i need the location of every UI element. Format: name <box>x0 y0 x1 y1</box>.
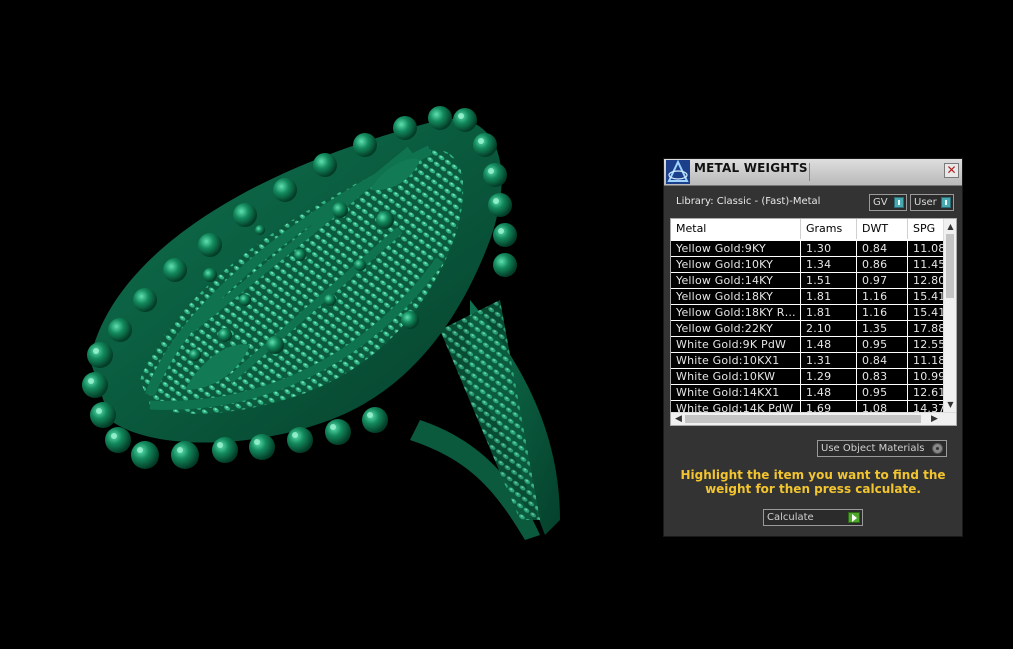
cell-grams: 1.48 <box>806 386 832 399</box>
cell-spg: 11.08 <box>913 242 944 255</box>
cell-dwt: 0.97 <box>862 274 888 287</box>
column-header-spg[interactable]: SPG <box>908 219 944 239</box>
horizontal-scrollbar[interactable]: ◀ ▶ <box>671 412 956 425</box>
cell-dwt: 1.16 <box>862 306 888 319</box>
horizontal-scroll-thumb[interactable] <box>685 415 921 423</box>
cell-metal: White Gold:9K PdW <box>676 338 787 351</box>
column-divider <box>907 241 908 421</box>
cell-dwt: 0.84 <box>862 242 888 255</box>
cell-metal: Yellow Gold:14KY <box>676 274 774 287</box>
cell-spg: 12.61 <box>913 386 944 399</box>
cell-grams: 2.10 <box>806 322 832 335</box>
cell-spg: 15.41 <box>913 306 944 319</box>
cell-spg: 11.45 <box>913 258 944 271</box>
cell-metal: White Gold:10KX1 <box>676 354 780 367</box>
metal-weights-panel: METAL WEIGHTS ✕ Library: Classic - (Fast… <box>663 158 963 537</box>
cell-metal: Yellow Gold:22KY <box>676 322 774 335</box>
cell-metal: Yellow Gold:18KY R… <box>676 306 796 319</box>
metal-table[interactable]: Metal Grams DWT SPG Yellow Gold:9KY 1.30 0… <box>670 218 957 426</box>
table-row[interactable]: Yellow Gold:22KY 2.10 1.35 17.88 <box>671 321 944 336</box>
cell-spg: 11.18 <box>913 354 944 367</box>
library-label: Library: Classic - (Fast)-Metal <box>676 196 821 207</box>
column-header-dwt[interactable]: DWT <box>857 219 908 239</box>
cell-dwt: 0.84 <box>862 354 888 367</box>
calculate-button[interactable]: Calculate <box>763 509 863 526</box>
gv-toggle[interactable]: GV <box>869 194 907 211</box>
close-button[interactable]: ✕ <box>944 163 959 178</box>
user-toggle-label: User <box>914 197 937 208</box>
cell-dwt: 0.95 <box>862 386 888 399</box>
radio-icon <box>932 443 943 454</box>
table-row[interactable]: Yellow Gold:14KY 1.51 0.97 12.80 <box>671 273 944 288</box>
use-object-materials-label: Use Object Materials <box>821 443 925 454</box>
column-divider <box>800 241 801 421</box>
table-row[interactable]: Yellow Gold:10KY 1.34 0.86 11.45 <box>671 257 944 272</box>
user-toggle[interactable]: User <box>910 194 954 211</box>
cell-dwt: 0.95 <box>862 338 888 351</box>
cell-spg: 17.88 <box>913 322 944 335</box>
table-row[interactable]: Yellow Gold:9KY 1.30 0.84 11.08 <box>671 241 944 256</box>
column-header-grams[interactable]: Grams <box>801 219 857 239</box>
table-header: Metal Grams DWT SPG <box>671 219 944 239</box>
table-row[interactable]: White Gold:10KW 1.29 0.83 10.99 <box>671 369 944 384</box>
cell-grams: 1.81 <box>806 290 832 303</box>
titlebar-divider <box>809 163 810 181</box>
cell-metal: Yellow Gold:18KY <box>676 290 774 303</box>
column-header-metal[interactable]: Metal <box>671 219 801 239</box>
table-row[interactable]: Yellow Gold:18KY R… 1.81 1.16 15.41 <box>671 305 944 320</box>
panel-title: METAL WEIGHTS <box>694 161 808 175</box>
cell-dwt: 1.16 <box>862 290 888 303</box>
scroll-down-icon[interactable]: ▼ <box>945 399 956 410</box>
cell-spg: 12.55 <box>913 338 944 351</box>
cell-grams: 1.48 <box>806 338 832 351</box>
toggle-switch-icon <box>941 197 951 208</box>
gv-toggle-label: GV <box>873 197 888 208</box>
instructions-text: Highlight the item you want to find the … <box>680 468 946 496</box>
scroll-right-icon[interactable]: ▶ <box>929 413 940 425</box>
table-row[interactable]: White Gold:10KX1 1.31 0.84 11.18 <box>671 353 944 368</box>
column-divider <box>856 241 857 421</box>
ring-model[interactable] <box>0 0 640 645</box>
cell-grams: 1.81 <box>806 306 832 319</box>
cell-grams: 1.51 <box>806 274 832 287</box>
cell-spg: 15.41 <box>913 290 944 303</box>
table-row[interactable]: White Gold:14KX1 1.48 0.95 12.61 <box>671 385 944 400</box>
table-row[interactable]: Yellow Gold:18KY 1.81 1.16 15.41 <box>671 289 944 304</box>
cell-grams: 1.34 <box>806 258 832 271</box>
scroll-left-icon[interactable]: ◀ <box>673 413 684 425</box>
play-arrow-icon <box>848 512 860 523</box>
cell-spg: 10.99 <box>913 370 944 383</box>
cell-dwt: 1.35 <box>862 322 888 335</box>
calculate-label: Calculate <box>767 512 814 523</box>
close-icon: ✕ <box>946 163 957 177</box>
table-row[interactable]: White Gold:9K PdW 1.48 0.95 12.55 <box>671 337 944 352</box>
vertical-scrollbar[interactable]: ▲ ▼ <box>943 219 956 412</box>
panel-titlebar[interactable]: METAL WEIGHTS ✕ <box>664 159 962 186</box>
cell-grams: 1.29 <box>806 370 832 383</box>
cell-metal: Yellow Gold:10KY <box>676 258 774 271</box>
use-object-materials-option[interactable]: Use Object Materials <box>817 440 947 457</box>
cell-metal: White Gold:10KW <box>676 370 776 383</box>
toggle-switch-icon <box>894 197 904 208</box>
cell-dwt: 0.86 <box>862 258 888 271</box>
cell-metal: Yellow Gold:9KY <box>676 242 766 255</box>
scroll-up-icon[interactable]: ▲ <box>945 221 956 232</box>
cell-grams: 1.31 <box>806 354 832 367</box>
vertical-scroll-thumb[interactable] <box>946 234 954 298</box>
cell-grams: 1.30 <box>806 242 832 255</box>
cell-dwt: 0.83 <box>862 370 888 383</box>
cell-spg: 12.80 <box>913 274 944 287</box>
app-logo-icon <box>666 159 690 184</box>
3d-viewport[interactable] <box>0 0 640 645</box>
cell-metal: White Gold:14KX1 <box>676 386 780 399</box>
